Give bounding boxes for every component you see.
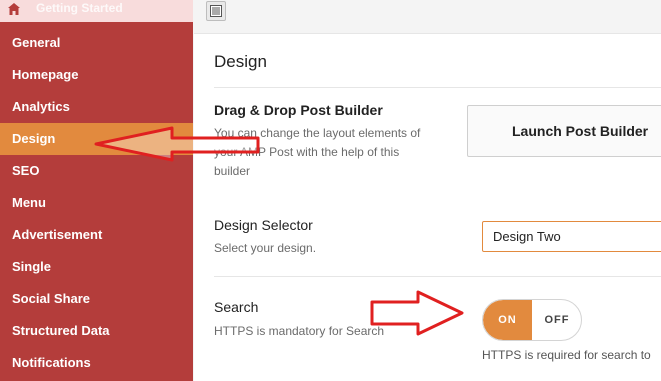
sidebar-item-seo[interactable]: SEO [0, 155, 193, 187]
https-note: HTTPS is required for search to [482, 348, 651, 362]
sidebar: Getting Started General Homepage Analyti… [0, 0, 193, 381]
sidebar-item-menu[interactable]: Menu [0, 187, 193, 219]
search-description: HTTPS is mandatory for Search [214, 324, 385, 338]
builder-description: You can change the layout elements of yo… [214, 124, 420, 181]
sidebar-item-design[interactable]: Design [0, 123, 193, 155]
design-selector-description: Select your design. [214, 241, 317, 255]
builder-desc-line: You can change the layout elements of [214, 126, 421, 140]
divider [214, 87, 661, 88]
design-select[interactable]: Design Two [482, 221, 661, 252]
builder-desc-line: builder [214, 164, 251, 178]
sidebar-item-analytics[interactable]: Analytics [0, 91, 193, 123]
sidebar-item-structured-data[interactable]: Structured Data [0, 315, 193, 347]
home-icon [8, 3, 20, 15]
sidebar-item-single[interactable]: Single [0, 251, 193, 283]
sidebar-item-advertisement[interactable]: Advertisement [0, 219, 193, 251]
layout-toggle-button[interactable] [206, 1, 226, 21]
search-toggle[interactable]: ON OFF [482, 299, 582, 341]
sidebar-item-homepage[interactable]: Homepage [0, 59, 193, 91]
sidebar-item-social-share[interactable]: Social Share [0, 283, 193, 315]
page-title: Design [214, 52, 267, 71]
sidebar-item-getting-started[interactable]: Getting Started [0, 0, 193, 22]
builder-desc-line: your AMP Post with the help of this [214, 145, 400, 159]
toggle-off-label[interactable]: OFF [532, 300, 581, 340]
sidebar-item-notifications[interactable]: Notifications [0, 347, 193, 379]
builder-label: Drag & Drop Post Builder [214, 102, 383, 118]
sidebar-item-general[interactable]: General [0, 27, 193, 59]
sidebar-item-label: Getting Started [36, 1, 123, 15]
layout-icon [210, 5, 222, 17]
launch-post-builder-button[interactable]: Launch Post Builder [467, 105, 661, 157]
design-selector-label: Design Selector [214, 217, 313, 233]
search-label: Search [214, 299, 259, 315]
divider [214, 276, 661, 277]
toggle-on-label[interactable]: ON [483, 300, 532, 340]
settings-panel: Design Drag & Drop Post Builder You can … [194, 33, 661, 381]
